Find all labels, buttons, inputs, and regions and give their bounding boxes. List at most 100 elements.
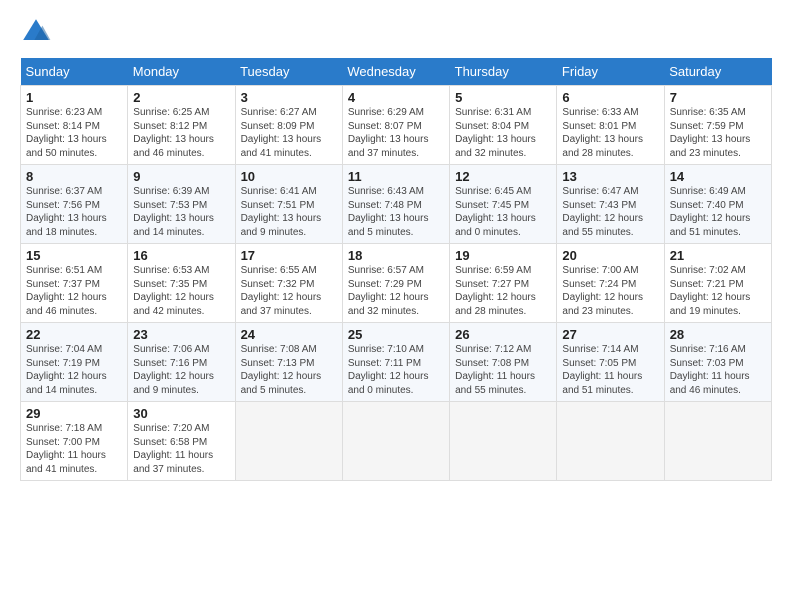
col-header-monday: Monday bbox=[128, 58, 235, 86]
day-number: 23 bbox=[133, 327, 229, 342]
day-number: 11 bbox=[348, 169, 444, 184]
calendar-day-cell bbox=[450, 402, 557, 481]
calendar-day-cell: 21Sunrise: 7:02 AM Sunset: 7:21 PM Dayli… bbox=[664, 244, 771, 323]
day-number: 30 bbox=[133, 406, 229, 421]
calendar-day-cell bbox=[664, 402, 771, 481]
calendar-day-cell: 2Sunrise: 6:25 AM Sunset: 8:12 PM Daylig… bbox=[128, 86, 235, 165]
calendar-day-cell: 28Sunrise: 7:16 AM Sunset: 7:03 PM Dayli… bbox=[664, 323, 771, 402]
day-info: Sunrise: 7:20 AM Sunset: 6:58 PM Dayligh… bbox=[133, 422, 229, 476]
calendar-day-cell: 8Sunrise: 6:37 AM Sunset: 7:56 PM Daylig… bbox=[21, 165, 128, 244]
logo bbox=[20, 16, 56, 48]
day-info: Sunrise: 6:49 AM Sunset: 7:40 PM Dayligh… bbox=[670, 185, 766, 239]
day-number: 19 bbox=[455, 248, 551, 263]
calendar-day-cell: 25Sunrise: 7:10 AM Sunset: 7:11 PM Dayli… bbox=[342, 323, 449, 402]
page-container: SundayMondayTuesdayWednesdayThursdayFrid… bbox=[0, 0, 792, 491]
day-info: Sunrise: 6:55 AM Sunset: 7:32 PM Dayligh… bbox=[241, 264, 337, 318]
calendar-day-cell: 22Sunrise: 7:04 AM Sunset: 7:19 PM Dayli… bbox=[21, 323, 128, 402]
day-number: 29 bbox=[26, 406, 122, 421]
day-number: 2 bbox=[133, 90, 229, 105]
day-number: 28 bbox=[670, 327, 766, 342]
day-info: Sunrise: 7:14 AM Sunset: 7:05 PM Dayligh… bbox=[562, 343, 658, 397]
day-info: Sunrise: 6:35 AM Sunset: 7:59 PM Dayligh… bbox=[670, 106, 766, 160]
calendar-day-cell: 19Sunrise: 6:59 AM Sunset: 7:27 PM Dayli… bbox=[450, 244, 557, 323]
day-number: 12 bbox=[455, 169, 551, 184]
day-info: Sunrise: 6:43 AM Sunset: 7:48 PM Dayligh… bbox=[348, 185, 444, 239]
calendar-day-cell: 23Sunrise: 7:06 AM Sunset: 7:16 PM Dayli… bbox=[128, 323, 235, 402]
calendar-day-cell: 1Sunrise: 6:23 AM Sunset: 8:14 PM Daylig… bbox=[21, 86, 128, 165]
day-number: 6 bbox=[562, 90, 658, 105]
day-info: Sunrise: 7:00 AM Sunset: 7:24 PM Dayligh… bbox=[562, 264, 658, 318]
calendar-day-cell: 20Sunrise: 7:00 AM Sunset: 7:24 PM Dayli… bbox=[557, 244, 664, 323]
calendar-day-cell: 10Sunrise: 6:41 AM Sunset: 7:51 PM Dayli… bbox=[235, 165, 342, 244]
calendar-day-cell: 18Sunrise: 6:57 AM Sunset: 7:29 PM Dayli… bbox=[342, 244, 449, 323]
col-header-sunday: Sunday bbox=[21, 58, 128, 86]
calendar-day-cell: 9Sunrise: 6:39 AM Sunset: 7:53 PM Daylig… bbox=[128, 165, 235, 244]
header bbox=[20, 16, 772, 48]
day-info: Sunrise: 6:25 AM Sunset: 8:12 PM Dayligh… bbox=[133, 106, 229, 160]
day-number: 22 bbox=[26, 327, 122, 342]
calendar-header-row: SundayMondayTuesdayWednesdayThursdayFrid… bbox=[21, 58, 772, 86]
calendar-day-cell: 4Sunrise: 6:29 AM Sunset: 8:07 PM Daylig… bbox=[342, 86, 449, 165]
day-info: Sunrise: 7:02 AM Sunset: 7:21 PM Dayligh… bbox=[670, 264, 766, 318]
day-info: Sunrise: 7:12 AM Sunset: 7:08 PM Dayligh… bbox=[455, 343, 551, 397]
calendar-day-cell bbox=[235, 402, 342, 481]
calendar-day-cell: 12Sunrise: 6:45 AM Sunset: 7:45 PM Dayli… bbox=[450, 165, 557, 244]
calendar-day-cell: 6Sunrise: 6:33 AM Sunset: 8:01 PM Daylig… bbox=[557, 86, 664, 165]
day-info: Sunrise: 6:29 AM Sunset: 8:07 PM Dayligh… bbox=[348, 106, 444, 160]
day-number: 10 bbox=[241, 169, 337, 184]
day-info: Sunrise: 7:04 AM Sunset: 7:19 PM Dayligh… bbox=[26, 343, 122, 397]
day-number: 9 bbox=[133, 169, 229, 184]
calendar-table: SundayMondayTuesdayWednesdayThursdayFrid… bbox=[20, 58, 772, 481]
day-number: 8 bbox=[26, 169, 122, 184]
calendar-day-cell: 5Sunrise: 6:31 AM Sunset: 8:04 PM Daylig… bbox=[450, 86, 557, 165]
day-number: 20 bbox=[562, 248, 658, 263]
day-info: Sunrise: 6:53 AM Sunset: 7:35 PM Dayligh… bbox=[133, 264, 229, 318]
calendar-day-cell: 7Sunrise: 6:35 AM Sunset: 7:59 PM Daylig… bbox=[664, 86, 771, 165]
day-info: Sunrise: 6:51 AM Sunset: 7:37 PM Dayligh… bbox=[26, 264, 122, 318]
calendar-day-cell: 13Sunrise: 6:47 AM Sunset: 7:43 PM Dayli… bbox=[557, 165, 664, 244]
calendar-day-cell bbox=[342, 402, 449, 481]
day-info: Sunrise: 6:23 AM Sunset: 8:14 PM Dayligh… bbox=[26, 106, 122, 160]
calendar-week-row: 29Sunrise: 7:18 AM Sunset: 7:00 PM Dayli… bbox=[21, 402, 772, 481]
day-number: 25 bbox=[348, 327, 444, 342]
calendar-day-cell: 16Sunrise: 6:53 AM Sunset: 7:35 PM Dayli… bbox=[128, 244, 235, 323]
calendar-week-row: 8Sunrise: 6:37 AM Sunset: 7:56 PM Daylig… bbox=[21, 165, 772, 244]
day-info: Sunrise: 6:37 AM Sunset: 7:56 PM Dayligh… bbox=[26, 185, 122, 239]
calendar-week-row: 15Sunrise: 6:51 AM Sunset: 7:37 PM Dayli… bbox=[21, 244, 772, 323]
day-info: Sunrise: 7:16 AM Sunset: 7:03 PM Dayligh… bbox=[670, 343, 766, 397]
calendar-day-cell: 17Sunrise: 6:55 AM Sunset: 7:32 PM Dayli… bbox=[235, 244, 342, 323]
day-number: 4 bbox=[348, 90, 444, 105]
day-number: 13 bbox=[562, 169, 658, 184]
calendar-day-cell: 26Sunrise: 7:12 AM Sunset: 7:08 PM Dayli… bbox=[450, 323, 557, 402]
col-header-saturday: Saturday bbox=[664, 58, 771, 86]
day-info: Sunrise: 6:57 AM Sunset: 7:29 PM Dayligh… bbox=[348, 264, 444, 318]
calendar-day-cell bbox=[557, 402, 664, 481]
calendar-day-cell: 14Sunrise: 6:49 AM Sunset: 7:40 PM Dayli… bbox=[664, 165, 771, 244]
day-info: Sunrise: 6:47 AM Sunset: 7:43 PM Dayligh… bbox=[562, 185, 658, 239]
calendar-day-cell: 27Sunrise: 7:14 AM Sunset: 7:05 PM Dayli… bbox=[557, 323, 664, 402]
day-number: 16 bbox=[133, 248, 229, 263]
calendar-day-cell: 24Sunrise: 7:08 AM Sunset: 7:13 PM Dayli… bbox=[235, 323, 342, 402]
day-info: Sunrise: 6:45 AM Sunset: 7:45 PM Dayligh… bbox=[455, 185, 551, 239]
calendar-day-cell: 30Sunrise: 7:20 AM Sunset: 6:58 PM Dayli… bbox=[128, 402, 235, 481]
calendar-week-row: 1Sunrise: 6:23 AM Sunset: 8:14 PM Daylig… bbox=[21, 86, 772, 165]
day-number: 15 bbox=[26, 248, 122, 263]
day-number: 24 bbox=[241, 327, 337, 342]
day-info: Sunrise: 6:27 AM Sunset: 8:09 PM Dayligh… bbox=[241, 106, 337, 160]
day-number: 26 bbox=[455, 327, 551, 342]
day-info: Sunrise: 7:06 AM Sunset: 7:16 PM Dayligh… bbox=[133, 343, 229, 397]
day-number: 5 bbox=[455, 90, 551, 105]
day-number: 17 bbox=[241, 248, 337, 263]
day-number: 7 bbox=[670, 90, 766, 105]
day-info: Sunrise: 6:59 AM Sunset: 7:27 PM Dayligh… bbox=[455, 264, 551, 318]
col-header-friday: Friday bbox=[557, 58, 664, 86]
calendar-day-cell: 3Sunrise: 6:27 AM Sunset: 8:09 PM Daylig… bbox=[235, 86, 342, 165]
day-info: Sunrise: 6:39 AM Sunset: 7:53 PM Dayligh… bbox=[133, 185, 229, 239]
day-number: 3 bbox=[241, 90, 337, 105]
col-header-tuesday: Tuesday bbox=[235, 58, 342, 86]
col-header-thursday: Thursday bbox=[450, 58, 557, 86]
day-number: 1 bbox=[26, 90, 122, 105]
day-number: 27 bbox=[562, 327, 658, 342]
day-info: Sunrise: 7:10 AM Sunset: 7:11 PM Dayligh… bbox=[348, 343, 444, 397]
day-info: Sunrise: 7:08 AM Sunset: 7:13 PM Dayligh… bbox=[241, 343, 337, 397]
